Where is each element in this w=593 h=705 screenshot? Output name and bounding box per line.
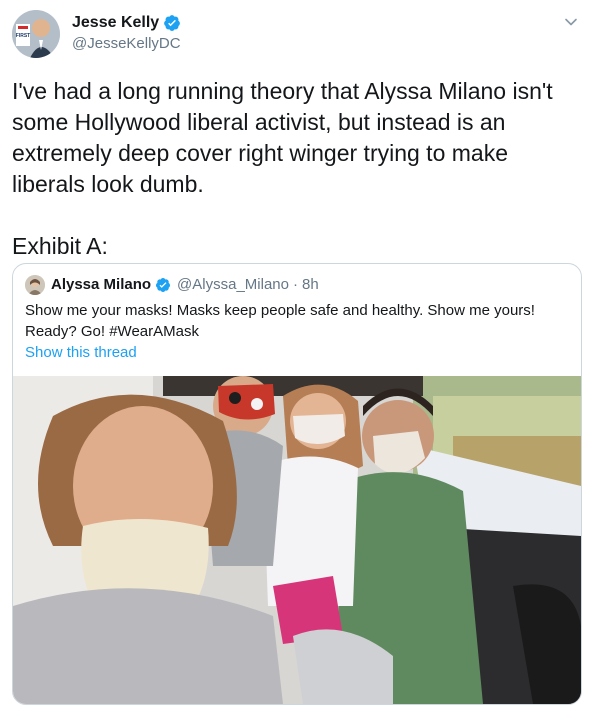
quoted-verified-badge-icon <box>156 277 171 292</box>
quoted-body-text: Show me your masks! Masks keep people sa… <box>25 302 535 340</box>
quoted-display-name[interactable]: Alyssa Milano <box>51 276 151 293</box>
verified-badge-icon <box>164 15 181 31</box>
quoted-author-avatar[interactable] <box>25 275 45 295</box>
selfie-photo[interactable] <box>13 376 581 704</box>
quoted-separator: · <box>292 276 298 293</box>
quoted-tweet[interactable]: Alyssa Milano @Alyssa_Milano · 8h Show m… <box>12 263 582 705</box>
quoted-name-row[interactable]: Alyssa Milano @Alyssa_Milano · 8h <box>51 276 319 293</box>
author-handle[interactable]: @JesseKellyDC <box>72 35 181 52</box>
avatar-badge-text: FIRST <box>16 33 30 39</box>
tweet-body-text: I've had a long running theory that Alys… <box>12 78 560 197</box>
quoted-handle[interactable]: @Alyssa_Milano <box>177 276 289 293</box>
avatar-image: FIRST <box>12 10 60 58</box>
tweet-card[interactable]: FIRST Jesse Kelly @JesseKellyDC I've had… <box>0 0 593 705</box>
author-display-name[interactable]: Jesse Kelly <box>72 14 159 32</box>
quoted-timestamp[interactable]: 8h <box>302 276 319 293</box>
show-thread-link[interactable]: Show this thread <box>25 344 137 361</box>
quoted-avatar-image <box>25 275 45 295</box>
chevron-down-icon[interactable] <box>563 14 579 30</box>
author-avatar[interactable]: FIRST <box>12 10 60 58</box>
author-name-row[interactable]: Jesse Kelly <box>72 14 181 32</box>
tweet-exhibit-text: Exhibit A: <box>12 233 108 259</box>
